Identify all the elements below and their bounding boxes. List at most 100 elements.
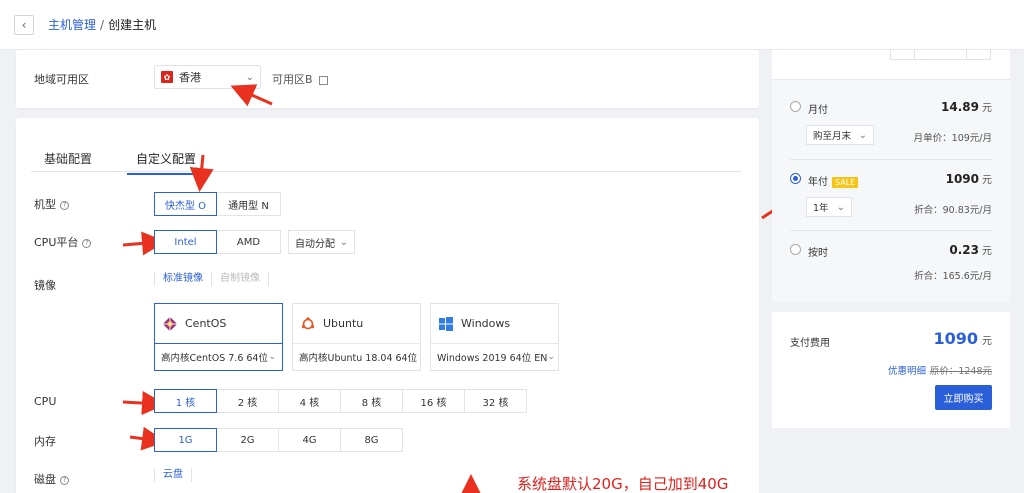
cpu-option-16[interactable]: 16 核 (402, 389, 465, 413)
memory-option-1g[interactable]: 1G (154, 428, 217, 452)
back-button[interactable]: ‹ (14, 14, 34, 35)
chevron-down-icon: ⌄ (836, 201, 845, 213)
period-value: 1年 (813, 203, 829, 214)
machine-type-n-option[interactable]: 通用型 N (216, 192, 281, 216)
os-name: Windows (461, 317, 511, 330)
chevron-down-icon: ⌄ (245, 71, 254, 83)
radio-monthly[interactable] (790, 101, 801, 112)
plan-price-unit: 元 (982, 103, 992, 114)
disk-label: 磁盘? (34, 471, 69, 487)
period-select-monthly[interactable]: 购至月末 ⌄ (806, 125, 874, 145)
ubuntu-icon (301, 316, 315, 329)
cpu-platform-group: Intel AMD (154, 230, 281, 254)
cpu-option-1[interactable]: 1 核 (154, 389, 217, 413)
edit-icon (318, 75, 328, 85)
os-card-header: Windows (431, 304, 558, 344)
memory-group: 1G 2G 4G 8G (154, 428, 403, 452)
annotation-text: 系统盘默认20G，自己加到40G (517, 475, 729, 493)
config-tabs: 基础配置 自定义配置 (31, 150, 741, 175)
region-select[interactable]: ✿ 香港 ⌄ (154, 65, 261, 89)
centos-icon (163, 316, 177, 331)
os-card-centos[interactable]: CentOS 高内核CentOS 7.6 64位 ⌄ (154, 303, 283, 371)
tab-cloud-disk[interactable]: 云盘 (154, 468, 192, 482)
zone-selector[interactable]: 可用区B (272, 71, 328, 87)
plan-name: 年付 SALE (808, 173, 859, 188)
plan-name: 月付 (808, 105, 828, 116)
help-icon[interactable]: ? (82, 238, 92, 248)
plan-note: 折合：90.83元/月 (914, 205, 992, 216)
plan-price: 1090 元 (946, 171, 992, 186)
plan-name-text: 年付 (808, 177, 828, 188)
memory-option-8g[interactable]: 8G (340, 428, 403, 452)
os-version-select[interactable]: 高内核CentOS 7.6 64位 ⌄ (155, 344, 282, 370)
cpu-label: CPU (34, 395, 57, 408)
help-icon[interactable]: ? (60, 200, 69, 210)
payment-label: 支付费用 (790, 338, 830, 349)
allocation-select[interactable]: 自动分配 ⌄ (288, 230, 355, 254)
payment-total: 1090 元 (933, 329, 992, 348)
quantity-value (915, 50, 966, 59)
chevron-down-icon: ⌄ (339, 236, 348, 248)
os-name: CentOS (185, 317, 227, 330)
tab-custom[interactable]: 自定义配置 (127, 150, 206, 175)
cpu-option-4[interactable]: 4 核 (278, 389, 341, 413)
cpu-option-2[interactable]: 2 核 (216, 389, 279, 413)
os-card-windows[interactable]: Windows Windows 2019 64位 EN ⌄ (430, 303, 559, 371)
plan-price-value: 1090 (945, 172, 979, 186)
cpu-platform-label: CPU平台? (34, 234, 92, 250)
cpu-platform-intel-option[interactable]: Intel (154, 230, 217, 254)
payment-total-value: 1090 (933, 329, 978, 348)
image-label: 镜像 (34, 279, 56, 292)
machine-type-o-option[interactable]: 快杰型 O (154, 192, 217, 216)
region-value: 香港 (179, 71, 201, 84)
hongkong-flag-icon: ✿ (161, 71, 173, 83)
period-select-annual[interactable]: 1年 ⌄ (806, 197, 852, 217)
plus-icon[interactable] (966, 50, 990, 59)
buy-now-button[interactable]: 立即购买 (935, 385, 992, 410)
os-card-header: CentOS (155, 304, 282, 344)
radio-hourly[interactable] (790, 244, 801, 255)
os-version: Windows 2019 64位 EN (437, 353, 548, 364)
plan-price-value: 0.23 (949, 243, 979, 257)
chevron-down-icon: ⌄ (858, 129, 867, 141)
machine-type-group: 快杰型 O 通用型 N (154, 192, 281, 216)
windows-icon (439, 316, 453, 331)
breadcrumb-separator: / (100, 17, 105, 32)
breadcrumb-parent[interactable]: 主机管理 (48, 16, 96, 33)
memory-label: 内存 (34, 435, 56, 448)
machine-type-text: 机型 (34, 198, 56, 211)
plan-price: 0.23 元 (949, 242, 992, 257)
cpu-group: 1 核 2 核 4 核 8 核 16 核 32 核 (154, 389, 527, 413)
tab-standard-image[interactable]: 标准镜像 (154, 272, 212, 286)
memory-option-4g[interactable]: 4G (278, 428, 341, 452)
tab-custom-image[interactable]: 自制镜像 (211, 272, 269, 286)
top-bar: ‹ 主机管理 / 创建主机 (0, 0, 1024, 50)
plan-price-unit: 元 (982, 246, 992, 257)
os-card-ubuntu[interactable]: Ubuntu 高内核Ubuntu 18.04 64位 (292, 303, 421, 371)
config-card: 基础配置 自定义配置 机型? 快杰型 O 通用型 N CPU平台? Intel … (16, 118, 759, 493)
os-card-header: Ubuntu (293, 304, 420, 344)
radio-annual[interactable] (790, 173, 801, 184)
image-subtabs: 标准镜像 自制镜像 (154, 272, 269, 286)
cpu-option-8[interactable]: 8 核 (340, 389, 403, 413)
breadcrumb-current: 创建主机 (108, 18, 157, 32)
discount-details-link[interactable]: 优惠明细 (888, 363, 926, 377)
chevron-left-icon: ‹ (21, 17, 27, 32)
help-icon[interactable]: ? (60, 475, 69, 485)
cpu-option-32[interactable]: 32 核 (464, 389, 527, 413)
pricing-panel: 月付 14.89 元 购至月末 ⌄ 月单价：109元/月 年付 SALE 1090 元… (772, 80, 1010, 302)
cpu-platform-amd-option[interactable]: AMD (216, 230, 281, 254)
os-version-select[interactable]: Windows 2019 64位 EN ⌄ (431, 344, 558, 370)
quantity-stepper[interactable] (890, 50, 991, 60)
sale-badge: SALE (832, 176, 859, 188)
machine-type-label: 机型? (34, 196, 69, 212)
minus-icon[interactable] (891, 50, 915, 59)
os-version-select[interactable]: 高内核Ubuntu 18.04 64位 (293, 344, 420, 370)
tab-basic[interactable]: 基础配置 (44, 150, 92, 173)
divider (790, 159, 992, 160)
memory-option-2g[interactable]: 2G (216, 428, 279, 452)
plan-price: 14.89 元 (941, 99, 992, 114)
os-name: Ubuntu (323, 317, 364, 330)
payment-unit: 元 (982, 336, 992, 347)
allocation-value: 自动分配 (295, 238, 335, 250)
